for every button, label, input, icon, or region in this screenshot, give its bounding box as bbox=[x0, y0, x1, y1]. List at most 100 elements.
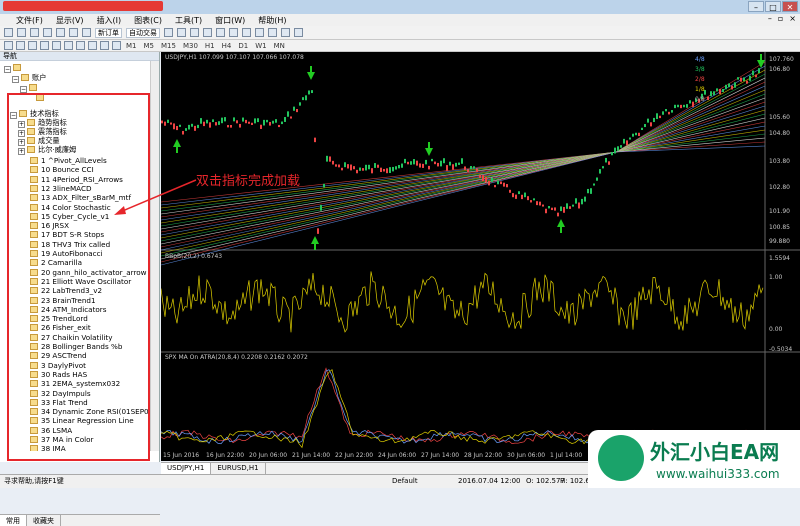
chart-shift-icon[interactable] bbox=[255, 28, 264, 37]
terminal-icon[interactable] bbox=[69, 28, 78, 37]
new-order-button[interactable]: 新订单 bbox=[95, 27, 122, 38]
osc1-label: BBpB(20,2) 0.6743 bbox=[165, 253, 223, 260]
zoom-out-icon[interactable] bbox=[216, 28, 225, 37]
tile-windows-icon[interactable] bbox=[229, 28, 238, 37]
candle bbox=[614, 147, 616, 154]
new-chart-icon[interactable] bbox=[4, 28, 13, 37]
minimize-icon[interactable]: – bbox=[748, 1, 764, 12]
down-arrow-icon bbox=[307, 66, 315, 80]
chart-tab-usdjpy[interactable]: USDJPY,H1 bbox=[161, 463, 212, 474]
tree-accounts[interactable]: − 账户 bbox=[12, 73, 46, 83]
chart-canvas[interactable] bbox=[160, 52, 800, 461]
timeframe-mn[interactable]: MN bbox=[272, 42, 287, 50]
child-restore-icon[interactable]: ▫ bbox=[778, 14, 783, 23]
menu-window[interactable]: 窗口(W) bbox=[215, 15, 245, 26]
tab-common[interactable]: 常用 bbox=[0, 515, 27, 526]
vertical-line-icon[interactable] bbox=[28, 41, 37, 50]
candle bbox=[611, 152, 613, 156]
menu-insert[interactable]: 插入(I) bbox=[97, 15, 122, 26]
text-icon[interactable] bbox=[88, 41, 97, 50]
time-tick: 28 Jun 22:00 bbox=[464, 452, 503, 459]
candle bbox=[302, 97, 304, 101]
candle bbox=[638, 132, 640, 137]
candle bbox=[215, 122, 217, 126]
candle bbox=[431, 158, 433, 162]
profiles-icon[interactable] bbox=[17, 28, 26, 37]
candle bbox=[608, 161, 610, 165]
tree-root[interactable]: − bbox=[4, 63, 24, 73]
child-close-icon[interactable]: × bbox=[789, 14, 796, 23]
timeframe-h4[interactable]: H4 bbox=[220, 42, 234, 50]
oscillator-line bbox=[160, 271, 764, 333]
timeframe-m30[interactable]: M30 bbox=[181, 42, 200, 50]
crosshair-icon[interactable] bbox=[16, 41, 25, 50]
fan-line bbox=[160, 151, 617, 227]
tester-icon[interactable] bbox=[82, 28, 91, 37]
chart-tab-eurusd[interactable]: EURUSD,H1 bbox=[211, 463, 266, 474]
line-chart-icon[interactable] bbox=[190, 28, 199, 37]
templates-icon[interactable] bbox=[294, 28, 303, 37]
tree-account-server[interactable]: − bbox=[20, 83, 40, 93]
candle bbox=[311, 90, 313, 94]
candle bbox=[533, 198, 535, 201]
candle bbox=[740, 77, 742, 82]
fibonacci-icon[interactable] bbox=[76, 41, 85, 50]
navigator-scrollbar[interactable] bbox=[150, 61, 159, 451]
candle bbox=[179, 124, 181, 127]
candle bbox=[233, 117, 235, 122]
candlestick-icon[interactable] bbox=[177, 28, 186, 37]
candle bbox=[491, 177, 493, 182]
candle bbox=[587, 188, 589, 194]
annotation-arrow-icon bbox=[114, 179, 197, 215]
child-minimize-icon[interactable]: – bbox=[768, 14, 772, 23]
timeframe-d1[interactable]: D1 bbox=[236, 42, 250, 50]
channel-icon[interactable] bbox=[64, 41, 73, 50]
candle bbox=[269, 121, 271, 126]
candle bbox=[689, 100, 691, 104]
arrows-icon[interactable] bbox=[112, 41, 121, 50]
close-icon[interactable]: ✕ bbox=[782, 1, 798, 12]
menu-file[interactable]: 文件(F) bbox=[16, 15, 43, 26]
chart-window[interactable]: USDJPY,H1 107.099 107.107 107.066 107.07… bbox=[160, 52, 800, 461]
menu-charts[interactable]: 图表(C) bbox=[134, 15, 162, 26]
candle bbox=[623, 138, 625, 144]
market-watch-icon[interactable] bbox=[30, 28, 39, 37]
label-icon[interactable] bbox=[100, 41, 109, 50]
periods-icon[interactable] bbox=[281, 28, 290, 37]
trendline-icon[interactable] bbox=[52, 41, 61, 50]
price-tick: 102.80 bbox=[769, 184, 790, 191]
candle bbox=[476, 168, 478, 172]
zoom-in-icon[interactable] bbox=[203, 28, 212, 37]
candle bbox=[494, 185, 496, 188]
menu-view[interactable]: 显示(V) bbox=[56, 15, 84, 26]
candle bbox=[452, 164, 454, 170]
menu-help[interactable]: 帮助(H) bbox=[258, 15, 286, 26]
menu-tools[interactable]: 工具(T) bbox=[175, 15, 202, 26]
timeframe-h1[interactable]: H1 bbox=[203, 42, 217, 50]
candle bbox=[326, 155, 328, 162]
data-window-icon[interactable] bbox=[43, 28, 52, 37]
timeframe-m15[interactable]: M15 bbox=[159, 42, 178, 50]
cursor-icon[interactable] bbox=[4, 41, 13, 50]
navigator-icon[interactable] bbox=[56, 28, 65, 37]
bar-chart-icon[interactable] bbox=[164, 28, 173, 37]
candle bbox=[557, 212, 559, 217]
timeframe-m5[interactable]: M5 bbox=[142, 42, 157, 50]
fan-line bbox=[615, 69, 766, 153]
autoscroll-icon[interactable] bbox=[242, 28, 251, 37]
candle bbox=[656, 113, 658, 120]
time-tick: 22 Jun 22:00 bbox=[335, 452, 374, 459]
auto-trading-button[interactable]: 自动交易 bbox=[126, 27, 160, 38]
candle bbox=[734, 82, 736, 88]
price-tick: 99.880 bbox=[769, 238, 790, 245]
maximize-icon[interactable]: □ bbox=[765, 1, 781, 12]
candle bbox=[653, 117, 655, 123]
candle bbox=[467, 169, 469, 173]
horizontal-line-icon[interactable] bbox=[40, 41, 49, 50]
timeframe-w1[interactable]: W1 bbox=[253, 42, 268, 50]
tab-favorites[interactable]: 收藏夹 bbox=[27, 515, 61, 526]
candle bbox=[566, 203, 568, 209]
candle bbox=[167, 119, 169, 123]
timeframe-m1[interactable]: M1 bbox=[124, 42, 139, 50]
indicators-icon[interactable] bbox=[268, 28, 277, 37]
